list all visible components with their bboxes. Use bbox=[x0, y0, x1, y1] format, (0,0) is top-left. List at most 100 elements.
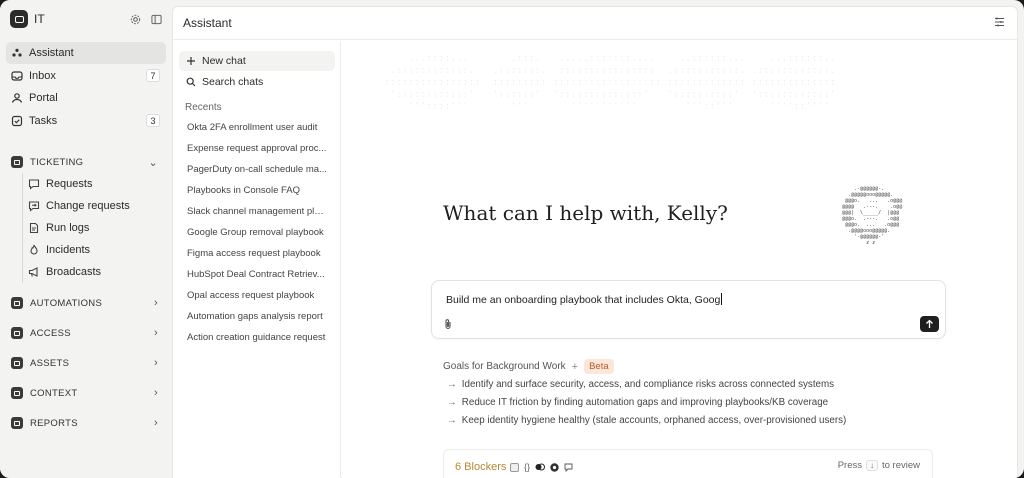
beta-badge: Beta bbox=[584, 359, 614, 374]
checkbox-icon bbox=[510, 462, 519, 472]
change-requests-icon bbox=[28, 200, 40, 212]
gear-icon[interactable] bbox=[130, 14, 141, 25]
automations-icon bbox=[11, 297, 23, 309]
goal-item: → Keep identity hygiene healthy (stale ac… bbox=[447, 415, 846, 426]
goal-item: → Reduce IT friction by finding automatio… bbox=[447, 397, 828, 408]
arrow-right-icon: → bbox=[447, 379, 457, 390]
sidebar-toggle-icon[interactable] bbox=[151, 14, 162, 25]
goal-text: Reduce IT friction by finding automation… bbox=[461, 397, 829, 408]
nav-label: Tasks bbox=[29, 114, 58, 127]
main-panel: Assistant New chat Search chats Recents … bbox=[172, 6, 1018, 478]
greeting-heading: What can I help with, Kelly? bbox=[443, 201, 728, 225]
blockers-card[interactable]: 6 Blockers {} Press ↓ to review bbox=[443, 449, 933, 478]
add-goal-button[interactable]: + bbox=[572, 361, 578, 373]
main-nav: Assistant Inbox 7 Portal Tasks 3 bbox=[6, 42, 166, 132]
search-icon bbox=[185, 77, 196, 88]
recent-chat-item[interactable]: HubSpot Deal Contract Retriev... bbox=[187, 269, 327, 285]
list-settings-icon[interactable] bbox=[994, 17, 1005, 30]
ticketing-icon bbox=[11, 156, 23, 168]
new-chat-button[interactable]: New chat bbox=[179, 51, 335, 71]
section-ticketing[interactable]: TICKETING ⌄ bbox=[6, 151, 166, 173]
workspace-logo-icon bbox=[10, 10, 28, 28]
chevron-down-icon: ⌄ bbox=[148, 156, 158, 169]
portal-icon bbox=[11, 92, 23, 104]
section-label: AUTOMATIONS bbox=[30, 297, 103, 309]
review-hint: Press ↓ to review bbox=[838, 460, 920, 471]
recent-chat-item[interactable]: Playbooks in Console FAQ bbox=[187, 185, 327, 201]
arrow-right-icon: → bbox=[447, 415, 457, 426]
tasks-count-badge: 3 bbox=[146, 114, 160, 127]
search-chats-button[interactable]: Search chats bbox=[179, 72, 335, 92]
chat-bubble-icon bbox=[564, 463, 573, 472]
sub-item-run-logs[interactable]: Run logs bbox=[28, 217, 164, 239]
chat-history-panel: New chat Search chats Recents Okta 2FA e… bbox=[173, 41, 341, 478]
sub-label: Requests bbox=[46, 178, 93, 190]
chevron-right-icon: › bbox=[154, 417, 158, 429]
message-composer[interactable]: Build me an onboarding playbook that inc… bbox=[431, 280, 946, 339]
recent-chat-item[interactable]: PagerDuty on-call schedule ma... bbox=[187, 164, 327, 180]
section-label: REPORTS bbox=[30, 417, 78, 429]
nav-label: Inbox bbox=[29, 69, 56, 82]
megaphone-icon bbox=[28, 266, 40, 278]
section-automations[interactable]: AUTOMATIONS › bbox=[6, 292, 166, 314]
recent-chat-item[interactable]: Google Group removal playbook bbox=[187, 227, 327, 243]
tree-line bbox=[22, 173, 23, 283]
new-chat-label: New chat bbox=[202, 55, 246, 67]
message-input[interactable]: Build me an onboarding playbook that inc… bbox=[446, 293, 723, 306]
sub-item-incidents[interactable]: Incidents bbox=[28, 239, 164, 261]
chevron-right-icon: › bbox=[154, 297, 158, 309]
nav-label: Assistant bbox=[29, 47, 74, 59]
paperclip-icon[interactable] bbox=[443, 318, 453, 333]
github-icon bbox=[550, 462, 559, 472]
nav-item-assistant[interactable]: Assistant bbox=[6, 42, 166, 64]
sub-item-requests[interactable]: Requests bbox=[28, 173, 164, 195]
top-bar: Assistant bbox=[173, 7, 1017, 40]
page-title: Assistant bbox=[183, 16, 232, 30]
assets-icon bbox=[11, 357, 23, 369]
assistant-canvas: ...::::... .:::. .....:::::::.... ..::::… bbox=[342, 41, 1017, 478]
sub-label: Broadcasts bbox=[46, 266, 102, 278]
sub-item-change-requests[interactable]: Change requests bbox=[28, 195, 164, 217]
workspace-name: IT bbox=[34, 12, 45, 26]
nav-label: Portal bbox=[29, 92, 58, 104]
section-label: TICKETING bbox=[30, 156, 84, 168]
nav-item-tasks[interactable]: Tasks 3 bbox=[6, 110, 166, 132]
blockers-count: 6 Blockers bbox=[455, 461, 507, 473]
goal-text: Keep identity hygiene healthy (stale acc… bbox=[461, 415, 847, 426]
goals-title: Goals for Background Work bbox=[443, 361, 566, 372]
text-caret bbox=[721, 293, 723, 305]
recent-chat-item[interactable]: Opal access request playbook bbox=[187, 290, 327, 306]
goal-text: Identify and surface security, access, a… bbox=[461, 379, 835, 390]
recent-chat-item[interactable]: Figma access request playbook bbox=[187, 248, 327, 264]
inbox-count-badge: 7 bbox=[146, 69, 160, 82]
section-context[interactable]: CONTEXT › bbox=[6, 382, 166, 404]
recent-chat-item[interactable]: Automation gaps analysis report bbox=[187, 311, 327, 327]
chevron-right-icon: › bbox=[154, 387, 158, 399]
send-button[interactable] bbox=[920, 316, 939, 332]
requests-icon bbox=[28, 178, 40, 190]
recent-chat-item[interactable]: Slack channel management pla... bbox=[187, 206, 327, 222]
workspace-header[interactable]: IT bbox=[10, 9, 162, 29]
run-logs-icon bbox=[28, 222, 40, 234]
assistant-icon bbox=[11, 47, 23, 59]
goal-item: → Identify and surface security, access, … bbox=[447, 379, 834, 390]
section-reports[interactable]: REPORTS › bbox=[6, 412, 166, 434]
message-input-value: Build me an onboarding playbook that inc… bbox=[446, 294, 721, 306]
nav-item-inbox[interactable]: Inbox 7 bbox=[6, 65, 166, 87]
nav-item-portal[interactable]: Portal bbox=[6, 87, 166, 109]
recent-chat-item[interactable]: Action creation guidance request bbox=[187, 332, 327, 348]
chevron-right-icon: › bbox=[154, 357, 158, 369]
sub-label: Change requests bbox=[46, 200, 130, 212]
search-chats-label: Search chats bbox=[202, 76, 264, 88]
sub-item-broadcasts[interactable]: Broadcasts bbox=[28, 261, 164, 283]
recent-chat-item[interactable]: Okta 2FA enrollment user audit bbox=[187, 122, 327, 138]
down-key: ↓ bbox=[865, 460, 878, 471]
recents-heading: Recents bbox=[185, 102, 222, 113]
recent-chat-item[interactable]: Expense request approval proc... bbox=[187, 143, 327, 159]
to-review-label: to review bbox=[881, 460, 920, 471]
reports-icon bbox=[11, 417, 23, 429]
section-access[interactable]: ACCESS › bbox=[6, 322, 166, 344]
section-assets[interactable]: ASSETS › bbox=[6, 352, 166, 374]
plus-icon bbox=[185, 56, 196, 67]
press-label: Press bbox=[837, 460, 862, 471]
